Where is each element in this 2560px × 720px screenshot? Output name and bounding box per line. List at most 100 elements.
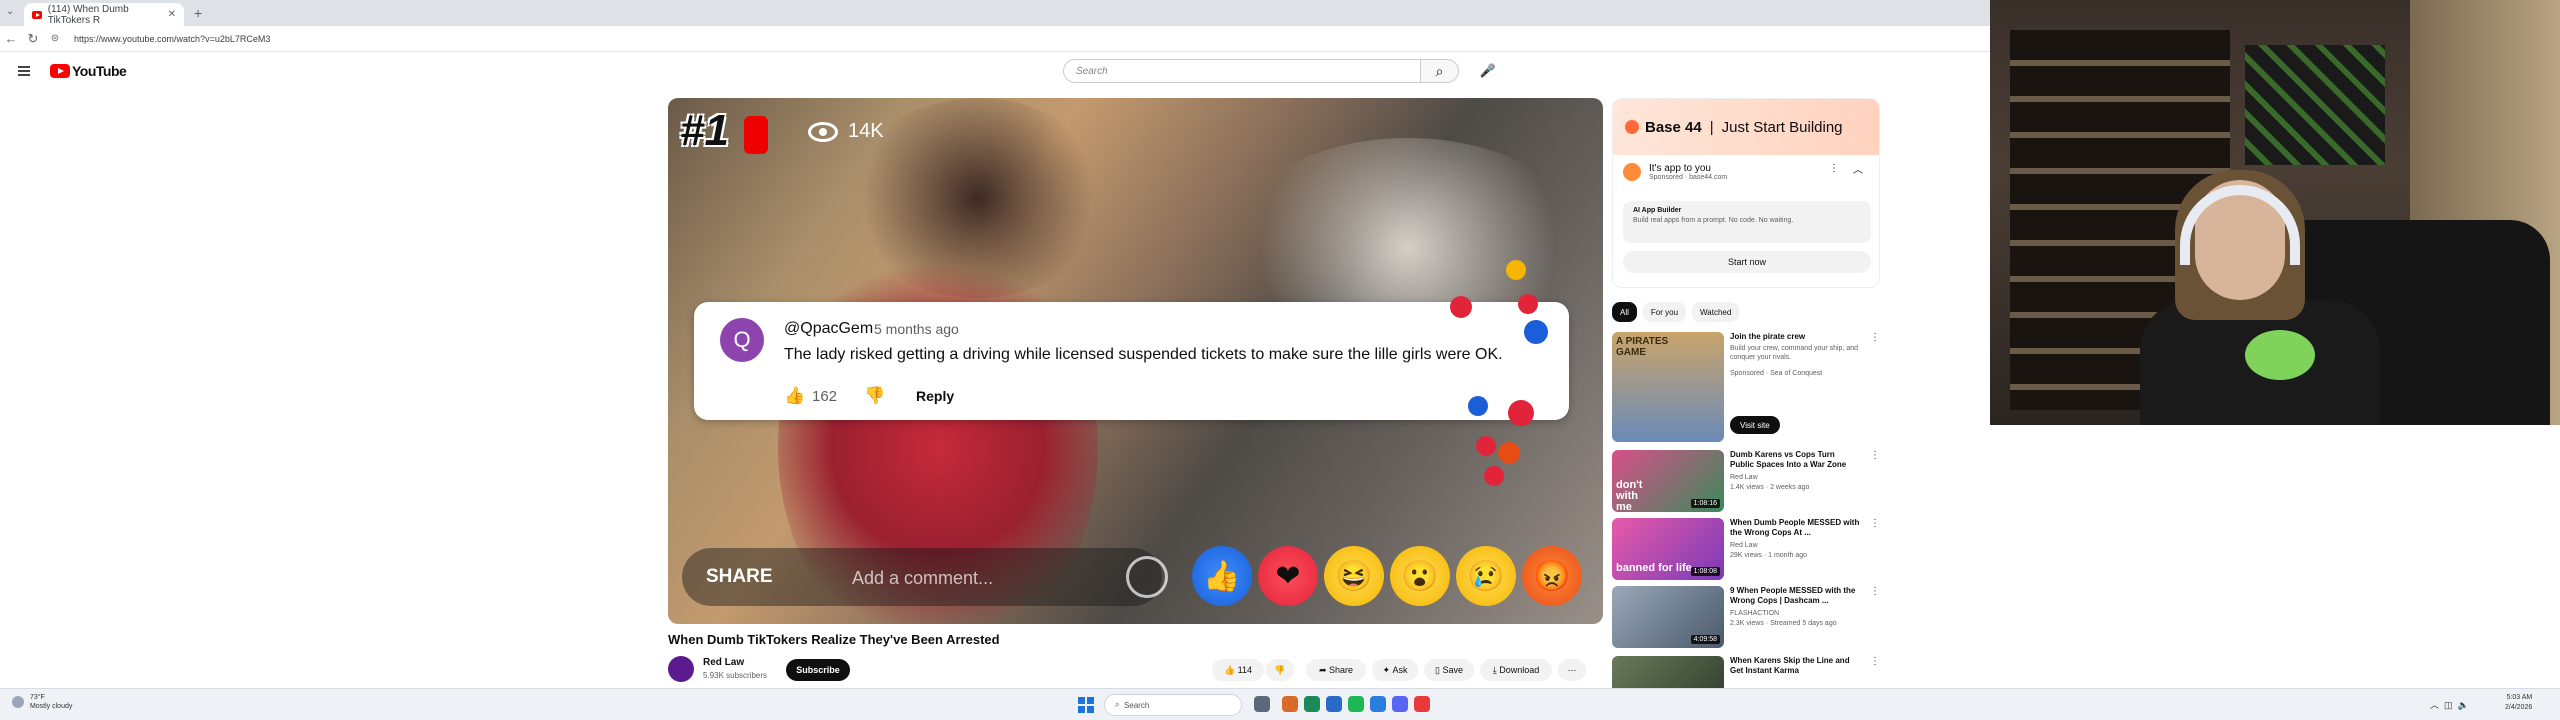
- search-button[interactable]: ⌕: [1421, 59, 1459, 83]
- webcam-overlay: [1990, 0, 2560, 425]
- eye-icon: [808, 121, 838, 142]
- youtube-header: YouTube Search ⌕ 🎤: [0, 58, 1990, 86]
- recommendation-item[interactable]: 4:09:58 9 When People MESSED with the Wr…: [1612, 586, 1880, 648]
- like-reaction-button[interactable]: 👍: [1192, 546, 1252, 606]
- logo-text: YouTube: [72, 63, 127, 79]
- download-button[interactable]: ⤓ Download: [1480, 659, 1552, 681]
- edge-app-icon[interactable]: [1304, 696, 1320, 712]
- ad-brand: Base 44: [1645, 118, 1702, 136]
- site-info-icon[interactable]: ⊜: [44, 33, 66, 44]
- hamburger-menu-icon[interactable]: [18, 66, 30, 76]
- subscribe-button[interactable]: Subscribe: [786, 659, 850, 681]
- more-vert-icon[interactable]: ⋮: [1870, 450, 1880, 461]
- recommendation-item[interactable]: When Karens Skip the Line and Get Instan…: [1612, 656, 1880, 688]
- dislike-button[interactable]: 👎: [1266, 659, 1294, 681]
- sponsored-ad[interactable]: Base 44 | Just Start Building It's app t…: [1612, 98, 1880, 288]
- channel-avatar[interactable]: [668, 656, 694, 682]
- task-view-icon[interactable]: [1254, 696, 1270, 712]
- volume-icon[interactable]: 🔈: [2458, 700, 2469, 710]
- chip-for-you[interactable]: For you: [1642, 302, 1687, 322]
- browser-tab-active[interactable]: (114) When Dumb TikTokers R ✕: [24, 3, 184, 26]
- heart-reaction-icon: [1508, 400, 1534, 426]
- recommendation-channel: FLASHACTION: [1730, 610, 1780, 617]
- discord-app-icon[interactable]: [1392, 696, 1408, 712]
- webcam-shirt-graphic: [2245, 330, 2315, 380]
- recommendation-item[interactable]: don't with me 1:08:16 Dumb Karens vs Cop…: [1612, 450, 1880, 512]
- more-actions-button[interactable]: ⋯: [1558, 659, 1586, 681]
- recommendation-channel: Red Law: [1730, 474, 1758, 481]
- webcam-flag: [2245, 45, 2385, 165]
- search-input[interactable]: Search: [1063, 59, 1421, 83]
- chrome-app-icon[interactable]: [1282, 696, 1298, 712]
- recommendation-item[interactable]: A PIRATES GAME Join the pirate crew Buil…: [1612, 332, 1880, 442]
- obs-app-icon[interactable]: [1414, 696, 1430, 712]
- more-vert-icon[interactable]: ⋮: [1829, 163, 1839, 174]
- duration-badge: 1:08:08: [1690, 567, 1720, 576]
- comment-time: 5 months ago: [874, 321, 959, 337]
- youtube-logo[interactable]: YouTube: [50, 63, 127, 79]
- like-button[interactable]: 👍 114: [1212, 659, 1264, 681]
- search-icon: ⌕: [1115, 700, 1124, 709]
- ask-button[interactable]: ✦ Ask: [1372, 659, 1418, 681]
- more-vert-icon[interactable]: ⋮: [1870, 518, 1880, 529]
- chevron-up-icon[interactable]: ︿: [1853, 161, 1863, 176]
- thumbnail-text: banned for life: [1616, 562, 1692, 574]
- recommendation-thumbnail: don't with me 1:08:16: [1612, 450, 1724, 512]
- windows-start-icon[interactable]: [1078, 697, 1094, 713]
- taskbar-search[interactable]: ⌕ Search: [1104, 694, 1242, 716]
- heart-reaction-icon: [1476, 436, 1496, 456]
- channel-name[interactable]: Red Law: [703, 657, 744, 668]
- video-player[interactable]: #1 14K Q @QpacGem 5 months ago The lady …: [668, 98, 1603, 624]
- tab-list-chevron-icon[interactable]: ⌄: [6, 6, 14, 17]
- chip-all[interactable]: All: [1612, 302, 1637, 322]
- share-label[interactable]: SHARE: [706, 566, 773, 588]
- more-vert-icon[interactable]: ⋮: [1870, 332, 1880, 343]
- weather-widget[interactable]: 73°F Mostly cloudy: [12, 693, 72, 711]
- visit-site-button[interactable]: Visit site: [1730, 416, 1780, 434]
- love-reaction-button[interactable]: ❤: [1258, 546, 1318, 606]
- recommendation-thumbnail: A PIRATES GAME: [1612, 332, 1724, 442]
- more-vert-icon[interactable]: ⋮: [1870, 586, 1880, 597]
- start-logo-pane: [1078, 706, 1085, 713]
- thumbnail-text: A PIRATES GAME: [1616, 336, 1669, 358]
- system-tray[interactable]: ︿ ◫ 🔈: [2430, 698, 2469, 711]
- network-icon[interactable]: ◫: [2444, 700, 2453, 710]
- heart-reaction-icon: [1518, 294, 1538, 314]
- voice-search-button[interactable]: 🎤: [1476, 59, 1500, 83]
- wow-reaction-button[interactable]: 😮: [1390, 546, 1450, 606]
- ad-banner: Base 44 | Just Start Building: [1613, 99, 1879, 155]
- store-app-icon[interactable]: [1370, 696, 1386, 712]
- sad-reaction-button[interactable]: 😢: [1456, 546, 1516, 606]
- share-button[interactable]: ➦ Share: [1306, 659, 1366, 681]
- ad-cta-button[interactable]: Start now: [1623, 251, 1871, 273]
- ad-avatar: [1623, 163, 1641, 181]
- file-explorer-icon[interactable]: [1326, 696, 1342, 712]
- more-vert-icon[interactable]: ⋮: [1870, 656, 1880, 667]
- comment-username: @QpacGem: [784, 320, 874, 337]
- spotify-app-icon[interactable]: [1348, 696, 1364, 712]
- recommendation-item[interactable]: banned for life 1:08:08 When Dumb People…: [1612, 518, 1880, 580]
- thumbs-up-icon: 👍: [784, 386, 806, 405]
- new-tab-icon[interactable]: +: [194, 5, 202, 21]
- thumbs-down-icon: 👎: [864, 386, 886, 405]
- address-bar[interactable]: https://www.youtube.com/watch?v=u2bL7RCe…: [74, 34, 270, 44]
- angry-reaction-button[interactable]: 😡: [1522, 546, 1582, 606]
- tab-title: (114) When Dumb TikTokers R: [47, 3, 129, 26]
- chevron-up-icon[interactable]: ︿: [2430, 700, 2439, 710]
- chip-watched[interactable]: Watched: [1692, 302, 1740, 322]
- reload-icon[interactable]: ↻: [22, 31, 44, 47]
- ad-card-subtitle: Build real apps from a prompt. No code. …: [1633, 217, 1794, 224]
- clock[interactable]: 5:03 AM 2/4/2026: [2505, 693, 2532, 713]
- start-logo-pane: [1087, 697, 1094, 704]
- ad-separator: |: [1709, 118, 1714, 136]
- clock-date: 2/4/2026: [2505, 704, 2533, 711]
- screen: ⌄ (114) When Dumb TikTokers R ✕ + ← ↻ ⊜ …: [0, 0, 2560, 720]
- back-icon[interactable]: ←: [0, 31, 22, 46]
- close-tab-icon[interactable]: ✕: [168, 9, 176, 20]
- laugh-reaction-button[interactable]: 😆: [1324, 546, 1384, 606]
- filter-chips: All For you Watched: [1612, 302, 1740, 322]
- save-button[interactable]: ▯ Save: [1424, 659, 1474, 681]
- comment-input[interactable]: Add a comment...: [852, 568, 993, 589]
- emoji-icon[interactable]: [1126, 556, 1168, 598]
- ad-sponsored-label: Sponsored · base44.com: [1649, 174, 1728, 181]
